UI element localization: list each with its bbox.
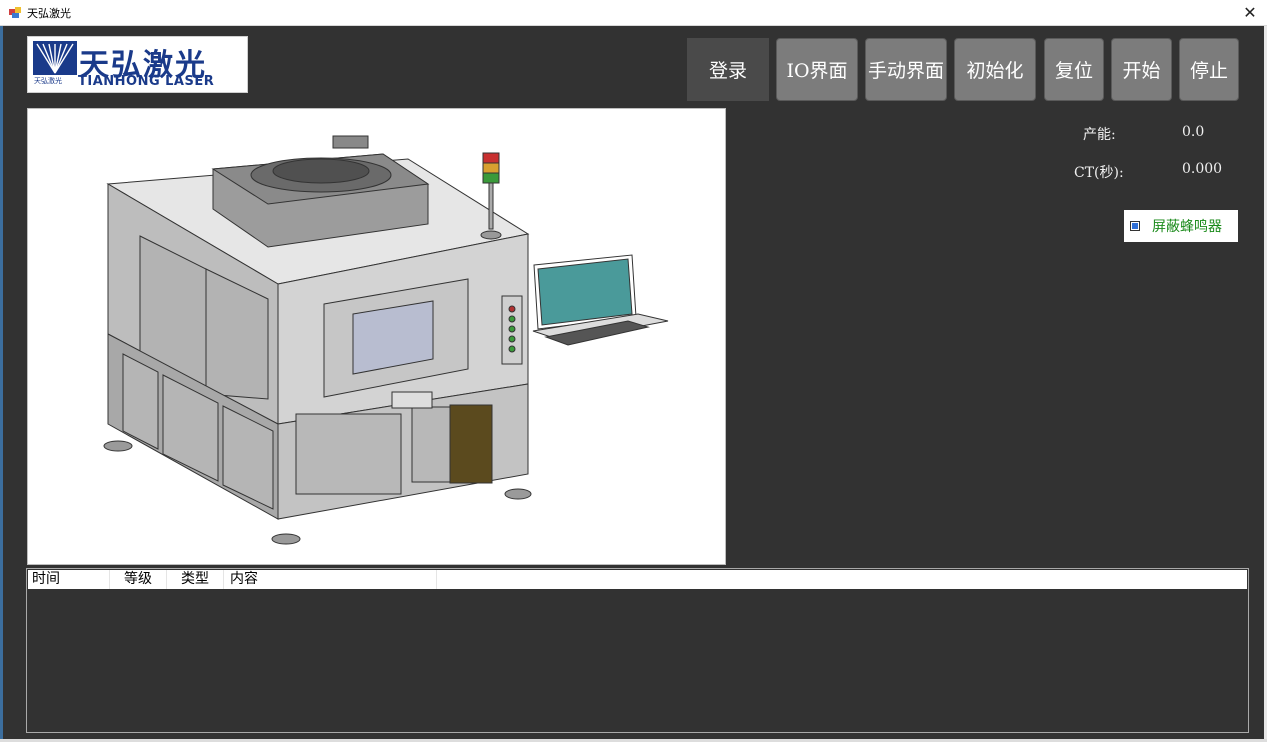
log-table-header: 时间 等级 类型 内容 [28, 570, 1247, 589]
mute-buzzer-label: 屏蔽蜂鸣器 [1152, 219, 1222, 235]
capacity-value: 0.0 [1182, 124, 1205, 140]
column-header-level[interactable]: 等级 [110, 570, 167, 589]
initialize-button[interactable]: 初始化 [954, 38, 1036, 101]
window-title: 天弘激光 [27, 7, 71, 20]
logo-small-text: 天弘激光 [34, 77, 62, 85]
logo-english-text: TIANHONG LASER [78, 74, 215, 89]
laser-machine-illustration [103, 135, 669, 545]
cycle-time-label: CT(秒): [1074, 165, 1124, 181]
stop-button[interactable]: 停止 [1179, 38, 1239, 101]
column-header-type[interactable]: 类型 [167, 570, 224, 589]
close-button[interactable]: ✕ [1233, 0, 1267, 25]
mute-buzzer-checkbox[interactable]: 屏蔽蜂鸣器 [1124, 210, 1238, 242]
main-panel: 天弘激光 天弘激光 TIANHONG LASER 登录 IO界面 手动界面 初始… [3, 26, 1264, 739]
close-icon: ✕ [1243, 3, 1257, 22]
reset-button[interactable]: 复位 [1044, 38, 1104, 101]
company-logo: 天弘激光 天弘激光 TIANHONG LASER [27, 36, 248, 93]
logo-emblem-icon [33, 41, 77, 75]
column-header-time[interactable]: 时间 [32, 570, 110, 589]
machine-image [27, 108, 726, 565]
login-button[interactable]: 登录 [687, 38, 769, 101]
app-icon [9, 7, 21, 18]
capacity-label: 产能: [1083, 127, 1116, 143]
io-view-button[interactable]: IO界面 [776, 38, 858, 101]
checkbox-checked-icon[interactable] [1130, 221, 1140, 231]
manual-view-button[interactable]: 手动界面 [865, 38, 947, 101]
start-button[interactable]: 开始 [1111, 38, 1172, 101]
title-bar: 天弘激光 ✕ [0, 0, 1267, 26]
cycle-time-value: 0.000 [1182, 161, 1223, 177]
column-header-content[interactable]: 内容 [224, 570, 437, 589]
log-table[interactable]: 时间 等级 类型 内容 [26, 568, 1249, 733]
